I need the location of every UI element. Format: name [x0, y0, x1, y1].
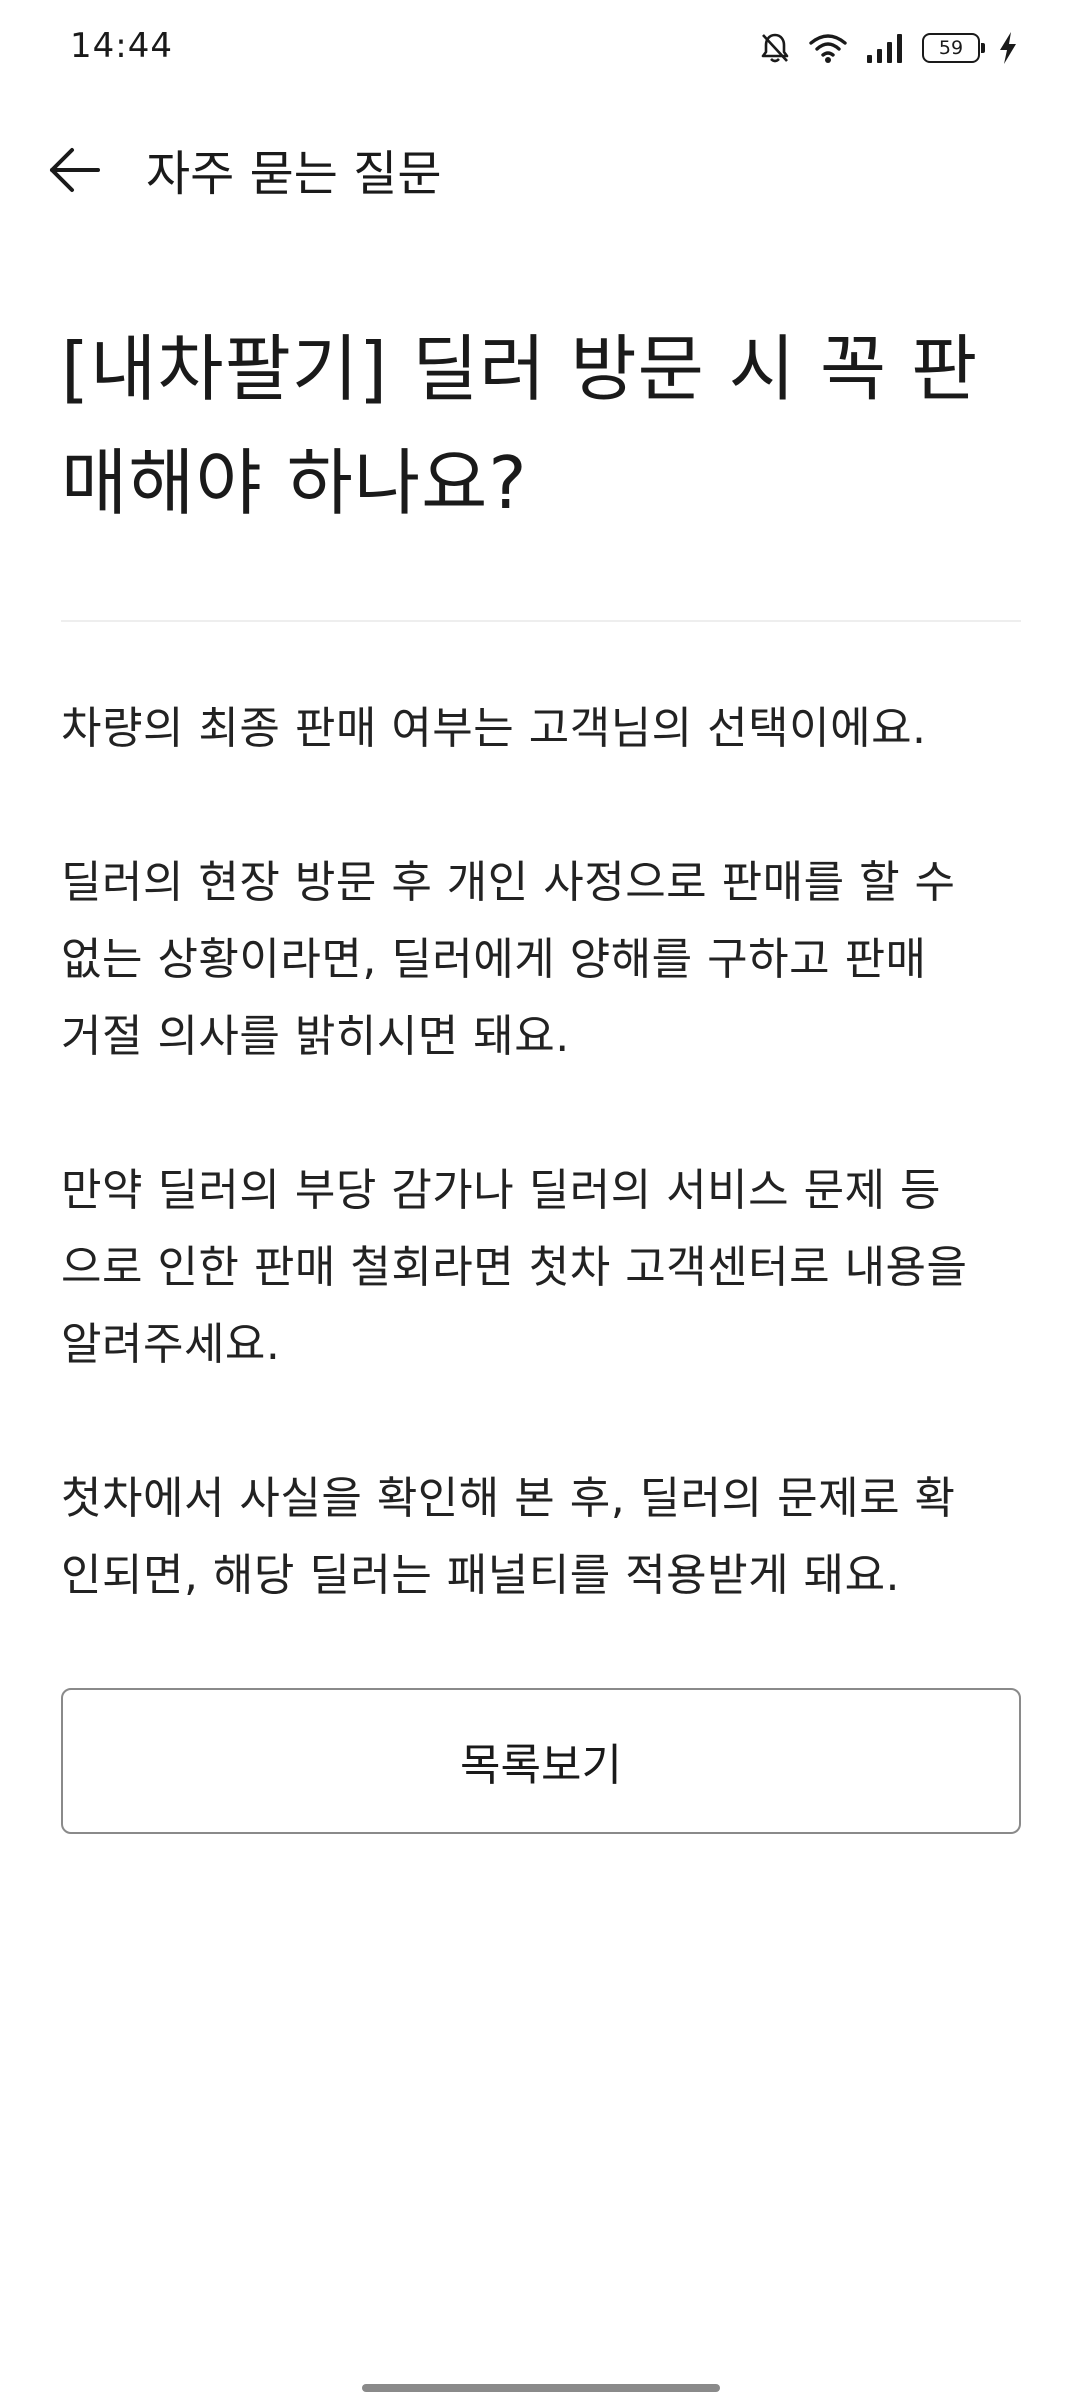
paragraph-line: 알려주세요.	[61, 1319, 281, 1370]
status-icons: 59	[760, 28, 1018, 68]
paragraph-line: 차량의 최종 판매 여부는 고객님의 선택이에요.	[61, 703, 927, 754]
article-title-line: [내차팔기] 딜러 방문 시 꼭 판	[61, 327, 979, 411]
divider	[61, 620, 1021, 622]
paragraph-line: 으로 인한 판매 철회라면 첫차 고객센터로 내용을	[61, 1242, 968, 1293]
article-title-line: 매해야 하나요?	[61, 441, 528, 525]
battery-level: 59	[938, 37, 964, 59]
paragraph-line: 인되면, 해당 딜러는 패널티를 적용받게 돼요.	[61, 1550, 901, 1601]
page-title: 자주 묻는 질문	[146, 146, 442, 202]
paragraph-line: 딜러의 현장 방문 후 개인 사정으로 판매를 할 수	[61, 857, 956, 908]
status-bar: 14:44 59	[0, 0, 1080, 96]
paragraph-2: 딜러의 현장 방문 후 개인 사정으로 판매를 할 수 없는 상황이라면, 딜러…	[61, 844, 1021, 1075]
bell-off-icon	[760, 32, 790, 64]
paragraph-3: 만약 딜러의 부당 감가나 딜러의 서비스 문제 등 으로 인한 판매 철회라면…	[61, 1152, 1021, 1383]
signal-icon	[866, 33, 904, 63]
back-button[interactable]	[40, 140, 110, 204]
paragraph-1: 차량의 최종 판매 여부는 고객님의 선택이에요.	[61, 690, 1021, 767]
charging-icon	[998, 31, 1018, 65]
app-bar: 자주 묻는 질문	[0, 120, 1080, 220]
paragraph-line: 만약 딜러의 부당 감가나 딜러의 서비스 문제 등	[61, 1165, 942, 1216]
paragraph-line: 거절 의사를 밝히시면 돼요.	[61, 1011, 570, 1062]
paragraph-line: 첫차에서 사실을 확인해 본 후, 딜러의 문제로 확	[61, 1473, 956, 1524]
gesture-bar[interactable]	[362, 2384, 720, 2392]
arrow-left-icon	[48, 146, 102, 198]
paragraph-line: 없는 상황이라면, 딜러에게 양해를 구하고 판매	[61, 934, 927, 985]
paragraph-4: 첫차에서 사실을 확인해 본 후, 딜러의 문제로 확 인되면, 해당 딜러는 …	[61, 1460, 1021, 1614]
article-body: 차량의 최종 판매 여부는 고객님의 선택이에요. 딜러의 현장 방문 후 개인…	[61, 690, 1021, 1614]
battery-icon: 59	[922, 33, 985, 63]
article-title: [내차팔기] 딜러 방문 시 꼭 판 매해야 하나요?	[61, 312, 1021, 540]
status-time: 14:44	[70, 26, 173, 66]
list-view-button[interactable]: 목록보기	[61, 1688, 1021, 1834]
wifi-icon	[808, 32, 848, 64]
article-header: [내차팔기] 딜러 방문 시 꼭 판 매해야 하나요?	[61, 312, 1021, 540]
